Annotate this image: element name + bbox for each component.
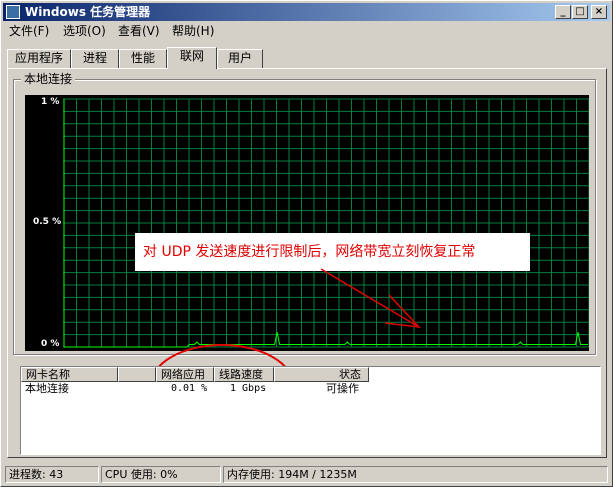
state-cell: 可操作 [326,382,359,395]
column-utilization[interactable]: 网络应用 [156,367,214,382]
column-state[interactable]: 状态 [274,367,369,382]
minimize-button[interactable]: _ [555,5,571,19]
tab-networking[interactable]: 联网 [167,47,217,69]
status-process-count: 进程数: 43 [5,466,99,483]
network-utilization-graph [63,95,589,351]
status-bar: 进程数: 43 CPU 使用: 0% 内存使用: 194M / 1235M [3,464,610,484]
table-row[interactable]: 本地连接 0.01 % 1 Gbps 可操作 [21,382,599,396]
y-label-top: 1 % [41,97,60,107]
y-label-mid: 0.5 % [33,217,62,227]
column-link-speed[interactable]: 线路速度 [214,367,274,382]
tab-processes[interactable]: 进程 [71,49,119,68]
title-bar[interactable]: Windows 任务管理器 _ □ × [3,3,610,21]
status-cpu-usage: CPU 使用: 0% [101,466,221,483]
status-memory-usage: 内存使用: 194M / 1235M [223,466,608,483]
menu-help[interactable]: 帮助(H) [172,23,214,39]
task-manager-icon [6,5,20,19]
graph-group-label: 本地连接 [21,72,76,86]
maximize-button[interactable]: □ [572,5,588,19]
link-speed-cell: 1 Gbps [230,383,267,394]
menu-options[interactable]: 选项(O) [63,23,106,39]
task-manager-window: Windows 任务管理器 _ □ × 文件(F) 选项(O) 查看(V) 帮助… [0,0,613,487]
y-label-bottom: 0 % [41,339,60,349]
menu-file[interactable]: 文件(F) [9,23,49,39]
menu-bar: 文件(F) 选项(O) 查看(V) 帮助(H) [3,22,610,40]
utilization-cell: 0.01 % [171,383,208,394]
column-spacer[interactable] [118,367,156,382]
menu-view[interactable]: 查看(V) [118,23,160,39]
tab-applications[interactable]: 应用程序 [7,49,71,68]
adapter-name-cell: 本地连接 [25,382,69,395]
tab-performance[interactable]: 性能 [119,49,167,68]
annotation-text: 对 UDP 发送速度进行限制后，网络带宽立刻恢复正常 [143,244,476,260]
close-button[interactable]: × [591,5,607,19]
column-adapter-name[interactable]: 网卡名称 [21,367,118,382]
annotation-box: 对 UDP 发送速度进行限制后，网络带宽立刻恢复正常 [135,233,530,271]
tab-users[interactable]: 用户 [217,49,263,68]
window-title: Windows 任务管理器 [25,5,151,19]
